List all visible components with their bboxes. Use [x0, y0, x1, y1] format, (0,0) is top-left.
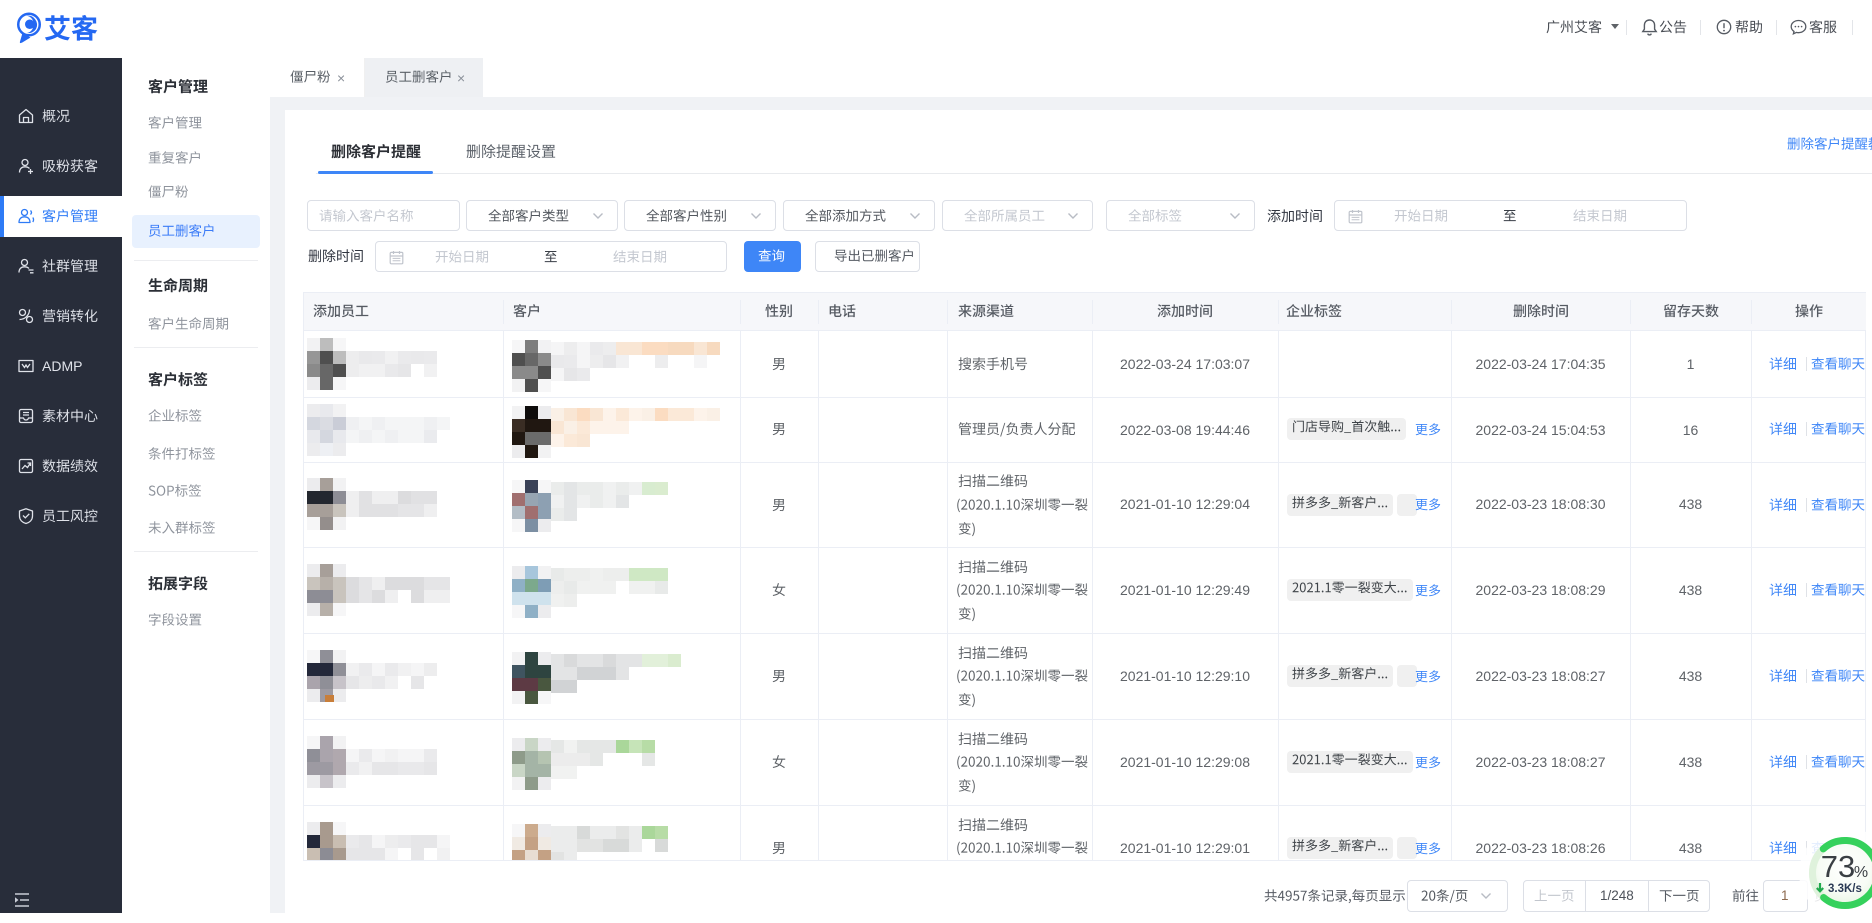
svg-text:3.3K/s: 3.3K/s: [1828, 883, 1862, 895]
svg-text:73: 73: [1821, 849, 1855, 884]
svg-text:%: %: [1854, 864, 1868, 881]
